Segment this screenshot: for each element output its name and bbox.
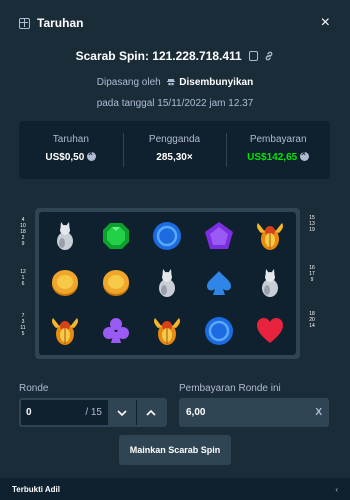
chevron-down-icon — [117, 409, 127, 416]
slot-cell — [245, 260, 296, 308]
modal-title: Taruhan — [37, 16, 84, 30]
stat-bet: Taruhan US$0,50 — [19, 121, 123, 179]
payline-number: 14 — [309, 323, 315, 329]
payline-numbers-right: 15 13 19 — [308, 215, 316, 233]
payline-number: 6 — [21, 281, 25, 287]
hidden-user-icon — [166, 79, 175, 86]
bet-stats: Taruhan US$0,50 Pengganda 285,30× Pembay… — [19, 121, 330, 179]
slot-cell — [142, 307, 193, 355]
modal-header: Taruhan × — [0, 0, 350, 46]
scarab-icon — [154, 318, 181, 346]
close-button[interactable]: × — [321, 15, 330, 31]
blue-ring-icon — [153, 221, 182, 250]
slot-cell — [39, 260, 90, 308]
payline-number: 5 — [21, 331, 25, 337]
bet-date: pada tanggal 15/11/2022 jam 12.37 — [96, 98, 254, 109]
coin-icon — [87, 149, 97, 161]
stat-multiplier: Pengganda 285,30× — [122, 121, 227, 179]
scarab-icon — [51, 318, 78, 346]
spin-id: Scarab Spin: 121.228.718.411 — [75, 49, 242, 63]
club-icon — [103, 318, 130, 344]
slot-cell — [90, 212, 141, 260]
gold-coin-icon — [103, 270, 130, 297]
hidden-user-name: Disembunyikan — [179, 77, 254, 88]
slot-grid — [35, 208, 300, 359]
payline-numbers-right: 18 20 14 — [308, 311, 316, 329]
round-total: / 15 — [85, 407, 102, 418]
slot-cell — [245, 307, 296, 355]
cat-icon — [262, 269, 279, 298]
spade-icon — [206, 271, 231, 296]
payline-numbers-left: 12 1 6 — [19, 269, 27, 287]
slot-cell — [142, 260, 193, 308]
heart-icon — [257, 318, 284, 344]
round-prev-button[interactable] — [108, 400, 136, 425]
slot-board: 4 10 18 2 9 12 1 6 7 3 11 5 15 13 19 16 17 9 18 20 14 — [19, 205, 319, 360]
cat-icon — [56, 221, 73, 250]
cat-icon — [159, 269, 176, 298]
copy-icon[interactable] — [249, 51, 259, 61]
purple-pentagon-icon — [204, 221, 233, 249]
payline-number: 9 — [21, 241, 25, 247]
round-label: Ronde — [19, 383, 49, 394]
scarab-icon — [257, 222, 284, 250]
round-stepper[interactable]: 0 / 15 — [19, 398, 167, 427]
chevron-left-icon: ‹ — [335, 484, 338, 494]
payline-numbers-left: 7 3 11 5 — [19, 313, 27, 337]
provably-fair-label: Terbukti Adil — [12, 484, 60, 494]
round-next-button[interactable] — [137, 400, 165, 425]
slot-cell — [39, 212, 90, 260]
gold-coin-icon — [51, 270, 78, 297]
coin-icon — [300, 149, 310, 161]
round-controls: Ronde 0 / 15 Pembayaran Ronde ini 6,00 X — [19, 383, 330, 427]
placed-by: Dipasang oleh Disembunyikan — [96, 77, 254, 88]
link-icon[interactable] — [264, 51, 274, 61]
chevron-up-icon — [146, 409, 156, 416]
play-scarab-spin-button[interactable]: Mainkan Scarab Spin — [119, 435, 231, 465]
slot-cell — [245, 212, 296, 260]
green-gem-icon — [103, 222, 130, 249]
round-input[interactable]: 0 — [21, 407, 85, 418]
round-payout-value: 6,00 — [186, 407, 206, 418]
slot-cell — [39, 307, 90, 355]
spin-id-row: Scarab Spin: 121.228.718.411 — [0, 48, 350, 64]
slot-cell — [90, 307, 141, 355]
payline-number: 9 — [310, 277, 314, 283]
slot-cell — [142, 212, 193, 260]
payline-number: 19 — [309, 227, 315, 233]
payline-numbers-left: 4 10 18 2 9 — [19, 217, 27, 247]
round-payout-field: 6,00 X — [179, 398, 329, 427]
clear-icon: X — [315, 407, 322, 418]
provably-fair-bar[interactable]: Terbukti Adil ‹ — [0, 478, 350, 500]
slot-cell — [193, 307, 244, 355]
round-payout-label: Pembayaran Ronde ini — [179, 383, 281, 394]
stat-payout: Pembayaran US$142,65 — [226, 121, 330, 179]
bet-ticket-icon — [19, 17, 30, 29]
slot-cell — [90, 260, 141, 308]
payline-numbers-right: 16 17 9 — [308, 265, 316, 283]
bet-details-modal: Taruhan × Scarab Spin: 121.228.718.411 D… — [0, 0, 350, 500]
slot-cell — [193, 260, 244, 308]
slot-cell — [193, 212, 244, 260]
blue-ring-icon — [204, 317, 233, 346]
